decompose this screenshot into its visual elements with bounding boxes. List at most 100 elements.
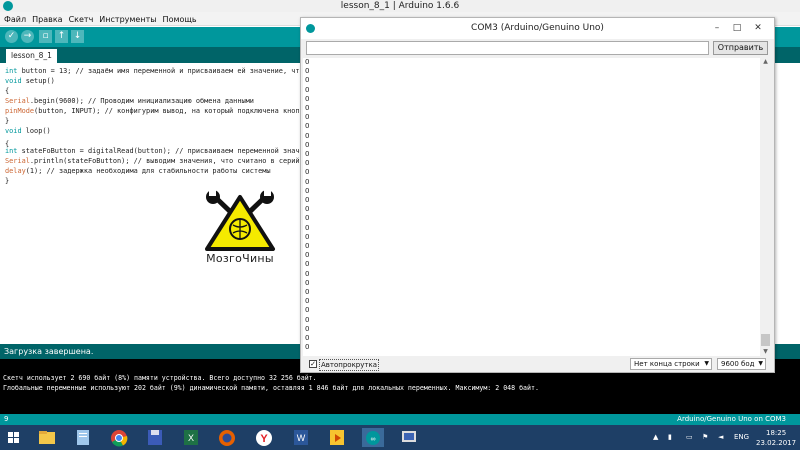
baud-rate-select[interactable]: 9600 бод ▼ — [717, 358, 766, 370]
serial-output-line: 0 — [305, 205, 310, 214]
chrome-icon[interactable] — [108, 428, 130, 447]
firefox-icon[interactable] — [216, 428, 238, 447]
serial-output-line: 0 — [305, 306, 310, 315]
console-line: Глобальные переменные используют 202 бай… — [3, 384, 539, 392]
autoscroll-label[interactable]: Автопрокрутка — [319, 359, 379, 371]
serial-output-line: 0 — [305, 242, 310, 250]
code-line: int button = 13; // задаём имя переменно… — [5, 67, 304, 75]
serial-output-line: 0 — [305, 140, 310, 149]
menu-edit[interactable]: Правка — [29, 13, 65, 27]
taskbar: X Y W ∞ ▲ ▮ ▭ ⚑ ◄ ENG 18:25 23.02.2017 — [0, 425, 800, 450]
serial-output-line: 0 — [305, 168, 310, 177]
serial-output-line: 0 — [305, 232, 310, 241]
volume-icon[interactable]: ◄ — [718, 433, 723, 442]
serial-output-line: 0 — [305, 177, 310, 186]
serial-output-line: 0 — [305, 324, 310, 333]
ide-titlebar: lesson_8_1 | Arduino 1.6.6 — [0, 0, 800, 12]
file-explorer-icon[interactable] — [36, 428, 58, 447]
code-line: pinMode(button, INPUT); // конфигурим вы… — [5, 107, 304, 115]
upload-icon[interactable]: → — [21, 30, 34, 43]
code-line: Serial.begin(9600); // Проводим инициали… — [5, 97, 254, 105]
svg-text:∞: ∞ — [371, 436, 376, 443]
tray-chevron-icon[interactable]: ▲ — [653, 433, 658, 442]
serial-window-title: COM3 (Arduino/Genuino Uno) — [471, 23, 604, 33]
excel-icon[interactable]: X — [180, 428, 202, 447]
serial-output-line: 0 — [305, 159, 310, 168]
serial-output-line: 0 — [305, 334, 310, 342]
serial-output-line: 0 — [305, 131, 310, 140]
new-icon[interactable]: ▫ — [39, 30, 52, 43]
network-icon[interactable]: ▮ — [668, 433, 672, 442]
scroll-up-icon[interactable]: ▲ — [760, 58, 771, 66]
serial-input[interactable] — [306, 41, 709, 55]
menu-help[interactable]: Помощь — [160, 13, 200, 27]
save-icon[interactable]: ↓ — [71, 30, 84, 43]
code-line: { — [5, 87, 10, 95]
serial-output-line: 0 — [305, 288, 310, 296]
autoscroll-checkbox[interactable]: ✓ — [309, 360, 317, 368]
serial-output[interactable]: 00000000000000000000000000000000 — [303, 58, 760, 356]
serial-output-line: 0 — [305, 223, 310, 232]
scrollbar[interactable]: ▲ ▼ — [760, 58, 771, 356]
close-icon[interactable]: ✕ — [749, 21, 767, 35]
start-button[interactable] — [8, 432, 20, 444]
scroll-down-icon[interactable]: ▼ — [760, 348, 771, 356]
code-line: } — [5, 117, 10, 125]
tab-lesson[interactable]: lesson_8_1 — [6, 49, 57, 63]
battery-icon[interactable]: ▭ — [686, 433, 693, 442]
chevron-down-icon: ▼ — [758, 360, 763, 367]
send-button[interactable]: Отправить — [713, 41, 768, 55]
clock-date[interactable]: 23.02.2017 — [756, 439, 796, 448]
serial-output-line: 0 — [305, 122, 310, 131]
menu-sketch[interactable]: Скетч — [66, 13, 97, 27]
serial-output-line: 0 — [305, 315, 310, 324]
open-icon[interactable]: ↑ — [55, 30, 68, 43]
svg-text:W: W — [297, 433, 306, 443]
serial-output-line: 0 — [305, 269, 310, 278]
minimize-icon[interactable]: – — [708, 21, 726, 35]
menu-tools[interactable]: Инструменты — [96, 13, 159, 27]
line-number: 9 — [4, 415, 9, 423]
code-line: void setup() — [5, 77, 55, 85]
presentation-icon[interactable] — [398, 428, 420, 447]
serial-output-line: 0 — [305, 297, 310, 306]
flag-icon[interactable]: ⚑ — [702, 433, 708, 442]
scrollbar-thumb[interactable] — [761, 334, 770, 346]
ide-window-title: lesson_8_1 | Arduino 1.6.6 — [340, 1, 460, 11]
notepad-icon[interactable] — [72, 428, 94, 447]
serial-output-line: 0 — [305, 186, 310, 195]
serial-output-line: 0 — [305, 113, 310, 122]
serial-output-line: 0 — [305, 104, 310, 112]
clock-time[interactable]: 18:25 — [766, 429, 786, 438]
floppy-save-icon[interactable] — [144, 428, 166, 447]
serial-output-line: 0 — [305, 76, 310, 85]
code-line: } — [5, 177, 10, 185]
menu-file[interactable]: Файл — [0, 13, 29, 27]
svg-text:Y: Y — [260, 433, 268, 445]
serial-footer: ✓ Автопрокрутка Нет конца строки ▼ 9600 б… — [301, 356, 774, 373]
serial-output-line: 0 — [305, 58, 310, 66]
serial-output-line: 0 — [305, 94, 310, 103]
serial-output-line: 0 — [305, 150, 310, 158]
yandex-icon[interactable]: Y — [253, 428, 275, 447]
console-line: Скетч использует 2 690 байт (8%) памяти … — [3, 374, 317, 382]
serial-output-line: 0 — [305, 260, 310, 269]
language-indicator[interactable]: ENG — [734, 433, 749, 442]
arduino-icon[interactable]: ∞ — [362, 428, 384, 447]
code-line: Serial.println(stateFoButton); // выводи… — [5, 157, 304, 165]
serial-monitor-window: COM3 (Arduino/Genuino Uno) – □ ✕ Отправи… — [300, 17, 775, 373]
board-info: Arduino/Genuino Uno on COM3 — [677, 415, 786, 423]
code-line: delay(1); // задержка необходима для ста… — [5, 167, 271, 175]
serial-output-line: 0 — [305, 278, 310, 287]
line-ending-select[interactable]: Нет конца строки ▼ — [630, 358, 712, 370]
word-icon[interactable]: W — [290, 428, 312, 447]
svg-text:X: X — [188, 433, 194, 443]
code-line: void loop() — [5, 127, 51, 135]
verify-icon[interactable]: ✓ — [5, 30, 18, 43]
media-player-icon[interactable] — [326, 428, 348, 447]
serial-output-line: 0 — [305, 85, 310, 94]
serial-output-line: 0 — [305, 214, 310, 223]
maximize-icon[interactable]: □ — [728, 21, 746, 35]
serial-titlebar[interactable]: COM3 (Arduino/Genuino Uno) – □ ✕ — [301, 18, 774, 39]
serial-output-line: 0 — [305, 67, 310, 76]
